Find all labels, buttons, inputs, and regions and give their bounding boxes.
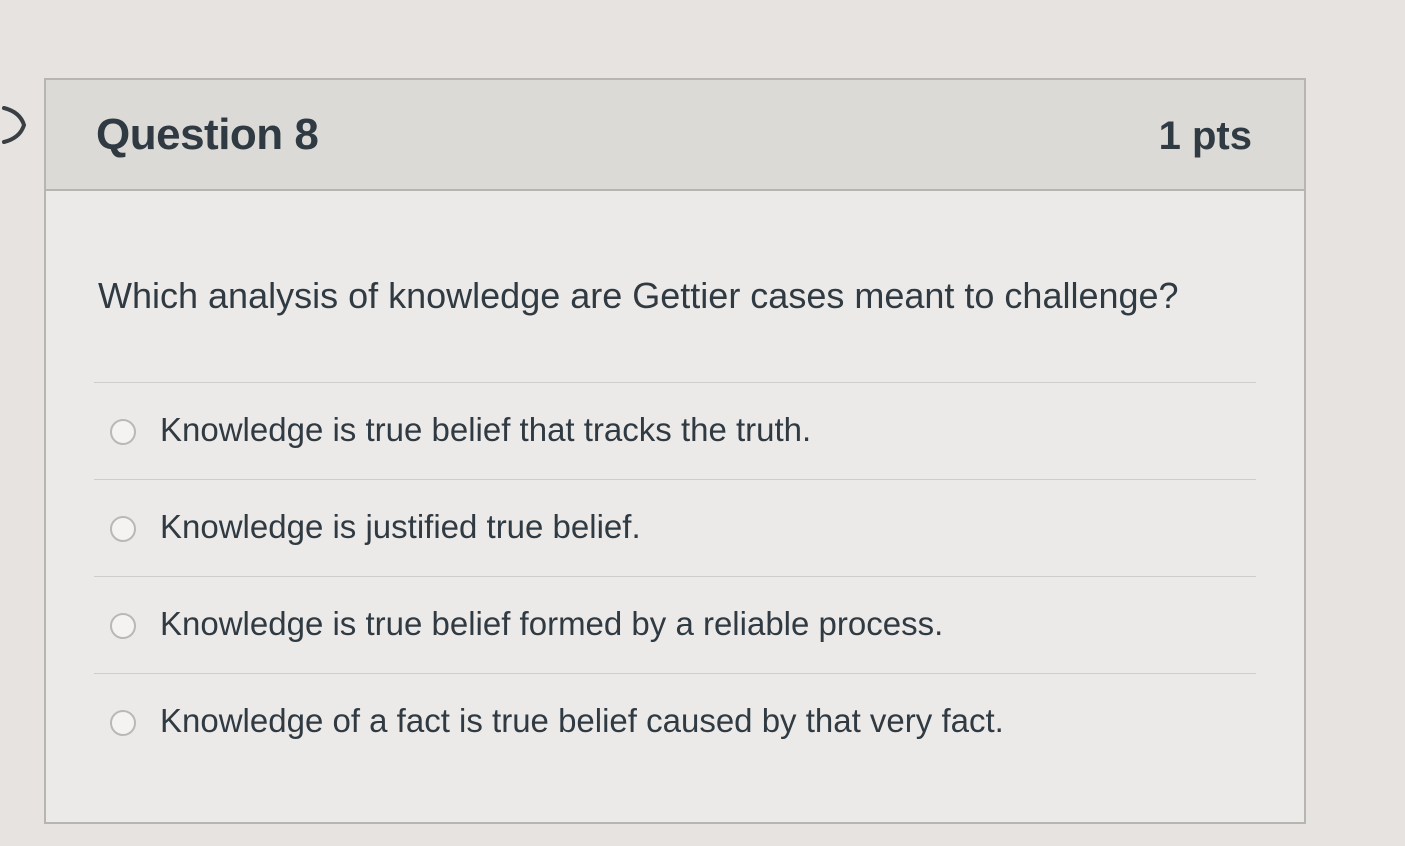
- answer-option[interactable]: Knowledge of a fact is true belief cause…: [94, 673, 1256, 770]
- radio-button-icon[interactable]: [110, 613, 136, 639]
- answer-option[interactable]: Knowledge is justified true belief.: [94, 479, 1256, 576]
- radio-button-icon[interactable]: [110, 710, 136, 736]
- answer-list: Knowledge is true belief that tracks the…: [94, 382, 1256, 770]
- answer-option[interactable]: Knowledge is true belief formed by a rel…: [94, 576, 1256, 673]
- question-header: Question 8 1 pts: [46, 80, 1304, 191]
- question-card: Question 8 1 pts Which analysis of knowl…: [44, 78, 1306, 824]
- question-title: Question 8: [96, 110, 319, 159]
- answer-option[interactable]: Knowledge is true belief that tracks the…: [94, 382, 1256, 479]
- answer-label[interactable]: Knowledge is justified true belief.: [160, 508, 641, 546]
- answer-label[interactable]: Knowledge is true belief formed by a rel…: [160, 605, 943, 643]
- answer-label[interactable]: Knowledge of a fact is true belief cause…: [160, 702, 1004, 740]
- question-text: Which analysis of knowledge are Gettier …: [98, 275, 1179, 316]
- radio-button-icon[interactable]: [110, 419, 136, 445]
- answer-label[interactable]: Knowledge is true belief that tracks the…: [160, 411, 811, 449]
- chevron-right-icon[interactable]: [0, 100, 34, 150]
- radio-button-icon[interactable]: [110, 516, 136, 542]
- question-points: 1 pts: [1158, 114, 1252, 158]
